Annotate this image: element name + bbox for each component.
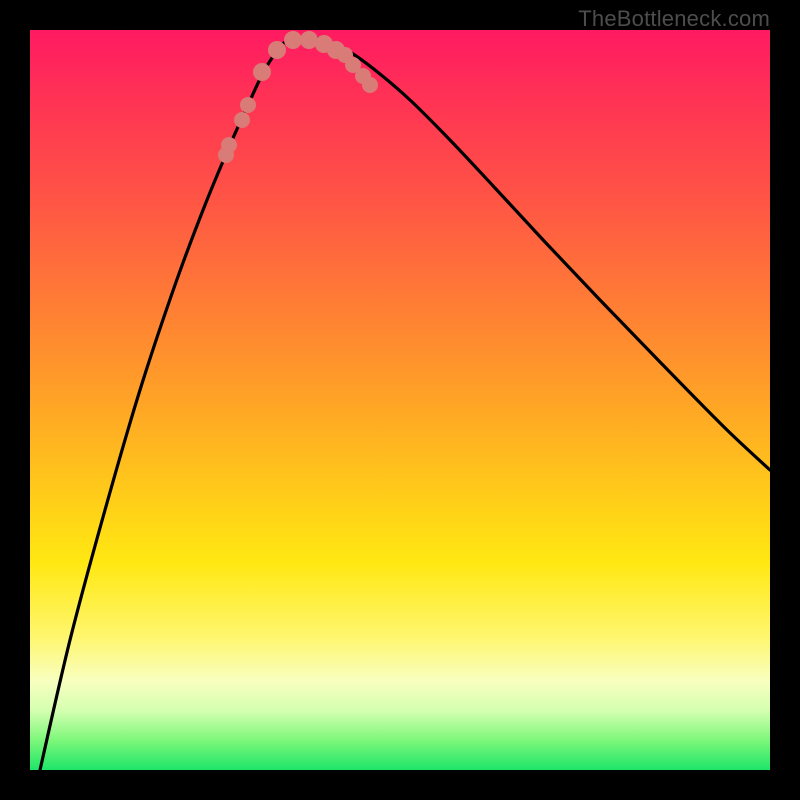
marker-dot [337,47,353,63]
marker-dots-left [218,97,256,163]
chart-frame: TheBottleneck.com [0,0,800,800]
curve-overlay [30,30,770,770]
marker-dots-valley [253,31,345,81]
marker-dot [253,63,271,81]
marker-dot [345,57,361,73]
marker-dot [355,68,371,84]
marker-dot [315,35,333,53]
source-label: TheBottleneck.com [578,6,770,32]
main-curve-path [40,38,770,771]
marker-dot [327,41,345,59]
marker-dot [234,112,250,128]
marker-dot [218,147,234,163]
marker-dot [240,97,256,113]
marker-dot [221,137,237,153]
marker-dot [300,31,318,49]
marker-dot [284,31,302,49]
marker-dots-right [337,47,378,93]
marker-dot [362,77,378,93]
plot-area [30,30,770,770]
marker-dot [268,41,286,59]
